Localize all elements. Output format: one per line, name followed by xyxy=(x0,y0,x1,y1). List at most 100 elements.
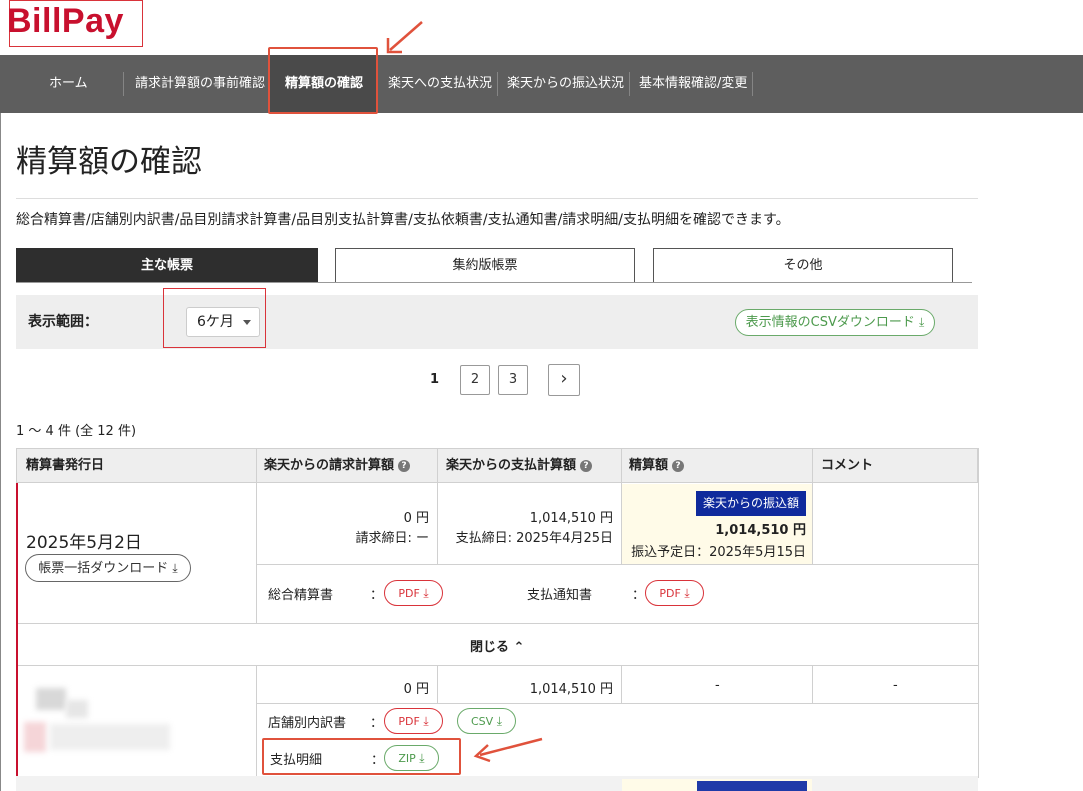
csv-download-label: 表示情報のCSVダウンロード xyxy=(745,315,915,330)
range-select[interactable]: 6ケ月 xyxy=(186,307,260,337)
tab-other[interactable]: その他 xyxy=(653,248,953,283)
annotation-box-zip xyxy=(262,738,461,775)
grid-line xyxy=(812,448,813,565)
download-icon: ⤓ xyxy=(919,315,925,329)
row1-settle-date: 振込予定日：2025年5月15日 xyxy=(631,545,806,560)
collapse-label: 閉じる xyxy=(470,640,510,655)
nav-separator xyxy=(629,72,630,96)
doc-label-summary: 総合精算書 xyxy=(268,588,334,603)
th-payment-amount: 楽天からの支払計算額? xyxy=(446,449,593,482)
next-row-badge xyxy=(697,781,807,791)
blurred-date xyxy=(36,688,66,710)
nav-home[interactable]: ホーム xyxy=(49,55,88,113)
grid-line xyxy=(256,665,257,779)
row2-settlement: - xyxy=(715,678,720,693)
grid-line xyxy=(621,665,622,703)
nav-payment-status[interactable]: 楽天への支払状況 xyxy=(388,55,492,113)
nav-separator xyxy=(497,72,498,96)
pdf-label: PDF xyxy=(398,587,420,600)
row2-payment-amount: 1,014,510 円 xyxy=(529,682,613,697)
page-description: 総合精算書/店舗別内訳書/品目別請求計算書/品目別支払計算書/支払依頼書/支払通… xyxy=(16,212,790,228)
th-billing-amount: 楽天からの請求計算額? xyxy=(264,449,411,482)
page-title: 精算額の確認 xyxy=(16,144,202,180)
billpay-logo[interactable]: BillPay xyxy=(7,2,124,41)
title-divider xyxy=(16,198,978,199)
pdf-label: PDF xyxy=(398,715,420,728)
th-settlement: 精算額? xyxy=(629,449,685,482)
grid-line xyxy=(978,448,979,778)
pager-page-3[interactable]: 3 xyxy=(498,365,528,395)
table-header: 精算書発行日 楽天からの請求計算額? 楽天からの支払計算額? 精算額? コメント xyxy=(16,448,978,483)
annotation-arrow-zip xyxy=(473,737,543,763)
bulk-download-button[interactable]: 帳票一括ダウンロード ⤓ xyxy=(25,554,191,582)
download-icon: ⤓ xyxy=(423,714,429,728)
chevron-up-icon: ⌃ xyxy=(513,640,525,655)
blurred-date xyxy=(24,722,46,752)
help-icon[interactable]: ? xyxy=(672,460,685,472)
th-settlement-label: 精算額 xyxy=(629,458,669,473)
grid-line xyxy=(437,665,438,703)
help-icon[interactable]: ? xyxy=(398,460,411,472)
result-count: 1 〜 4 件 (全 12 件) xyxy=(16,424,137,439)
next-row-peek xyxy=(16,776,978,791)
row1-billing-cutoff: 請求締日: ー xyxy=(355,531,429,546)
nav-separator xyxy=(123,72,124,96)
payment-notice-pdf-button[interactable]: PDF ⤓ xyxy=(645,580,704,606)
annotation-arrow-top xyxy=(386,21,423,54)
bulk-download-label: 帳票一括ダウンロード xyxy=(38,561,169,576)
th-payment-amount-label: 楽天からの支払計算額 xyxy=(446,458,577,473)
row2-billing-amount: 0 円 xyxy=(403,682,429,697)
csv-download-button[interactable]: 表示情報のCSVダウンロード ⤓ xyxy=(735,309,935,336)
th-issue-date: 精算書発行日 xyxy=(26,458,105,473)
row-accent-bar xyxy=(16,483,18,779)
row1-billing-amount: 0 円 xyxy=(403,511,429,526)
row1-issue-date: 2025年5月2日 xyxy=(26,533,142,553)
store-breakdown-pdf-button[interactable]: PDF ⤓ xyxy=(384,708,443,734)
grid-line xyxy=(812,665,813,703)
colon: ： xyxy=(370,716,384,731)
pager-next[interactable]: › xyxy=(548,364,580,396)
main-nav: ホーム 請求計算額の事前確認 精算額の確認 楽天への支払状況 楽天からの振込状況… xyxy=(0,55,1083,113)
th-billing-amount-label: 楽天からの請求計算額 xyxy=(264,458,395,473)
download-icon: ⤓ xyxy=(496,714,502,728)
collapse-toggle[interactable]: 閉じる ⌃ xyxy=(470,636,524,655)
download-icon: ⤓ xyxy=(684,586,690,600)
range-label: 表示範囲： xyxy=(28,314,98,330)
colon: ： xyxy=(370,588,384,603)
blurred-date xyxy=(50,724,170,750)
th-comment: コメント xyxy=(821,458,874,473)
row2-comment: - xyxy=(893,678,898,693)
summary-pdf-button[interactable]: PDF ⤓ xyxy=(384,580,443,606)
grid-line xyxy=(256,448,257,624)
doc-label-payment-notice: 支払通知書 xyxy=(527,588,593,603)
row1-settle-amount: 1,014,510 円 xyxy=(715,523,806,538)
grid-line xyxy=(16,665,978,666)
nav-prebilling[interactable]: 請求計算額の事前確認 xyxy=(135,55,265,113)
download-icon: ⤓ xyxy=(423,586,429,600)
pager-page-2[interactable]: 2 xyxy=(460,365,490,395)
store-breakdown-csv-button[interactable]: CSV ⤓ xyxy=(457,708,516,734)
colon: ： xyxy=(632,588,646,603)
nav-separator xyxy=(752,72,753,96)
range-select-value: 6ケ月 xyxy=(197,314,234,330)
nav-basic-info[interactable]: 基本情報確認/変更 xyxy=(639,55,747,113)
csv-label: CSV xyxy=(470,715,494,728)
transfer-badge: 楽天からの振込額 xyxy=(696,491,806,516)
help-icon[interactable]: ? xyxy=(580,460,593,472)
tab-main-forms[interactable]: 主な帳票 xyxy=(16,248,318,283)
nav-transfer-status[interactable]: 楽天からの振込状況 xyxy=(507,55,624,113)
grid-line xyxy=(256,564,978,565)
blurred-date xyxy=(66,700,88,718)
grid-line xyxy=(256,703,978,704)
grid-line xyxy=(437,448,438,565)
doc-label-store-breakdown: 店舗別内訳書 xyxy=(268,716,347,731)
row1-payment-cutoff: 支払締日: 2025年4月25日 xyxy=(455,531,613,546)
grid-line xyxy=(16,623,978,624)
pdf-label: PDF xyxy=(659,587,681,600)
tab-consolidated-forms[interactable]: 集約版帳票 xyxy=(335,248,635,283)
row1-payment-amount: 1,014,510 円 xyxy=(529,511,613,526)
chevron-down-icon xyxy=(243,320,251,325)
pager-current: 1 xyxy=(430,372,440,387)
left-border xyxy=(0,113,1,791)
tab-divider xyxy=(16,282,972,283)
